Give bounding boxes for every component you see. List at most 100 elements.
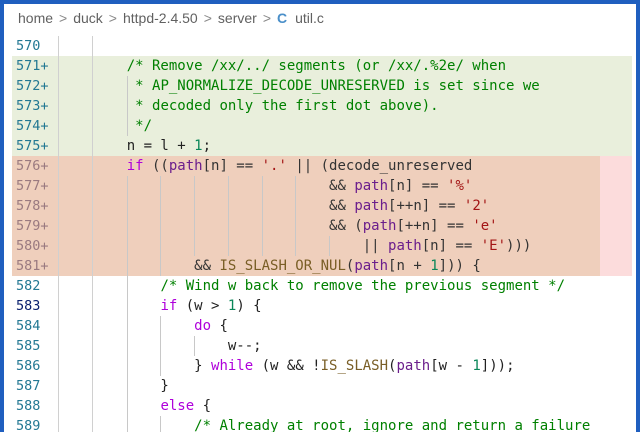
code-token: ])) { [438,258,481,274]
code-token: else [160,398,195,414]
code-token: [++n] == [388,198,464,214]
indent-guide [126,336,128,356]
code-token: [++n] == [396,218,473,234]
code-text: } [93,376,169,396]
chevron-right-icon: > [262,10,271,26]
code-token: 'E' [480,238,507,254]
gutter-divider [58,316,59,336]
indent-guide [227,196,229,216]
removed-code-line[interactable]: 581+ && IS_SLASH_OR_NUL(path[n + 1])) { [12,256,632,276]
code-token: * AP_NORMALIZE_DECODE_UNRESERVED is set … [135,78,540,94]
added-code-line[interactable]: 571+ /* Remove /xx/../ segments (or /xx/… [12,56,632,76]
code-token: } [93,358,212,374]
code-token: path [396,358,431,374]
code-token: && [194,258,220,274]
gutter-divider [58,196,59,216]
indent-guide [227,216,229,236]
code-token: ; [202,138,212,154]
code-token: 1 [472,358,481,374]
indent-guide [194,336,196,356]
code-token: 'e' [472,218,498,234]
indent-guide [126,236,128,256]
code-token: (( [143,158,169,174]
indent-guide [126,356,128,376]
code-text: /* Wind w back to remove the previous se… [93,276,565,296]
code-line[interactable]: 584 do { [4,316,636,336]
code-token: ))) [506,238,532,254]
code-token: /* Wind w back to remove the previous se… [160,278,566,294]
gutter-divider [58,336,59,356]
code-token: ])); [480,358,515,374]
breadcrumb-httpd[interactable]: httpd-2.4.50 [123,10,198,26]
code-editor[interactable]: 570 571+ /* Remove /xx/../ segments (or /… [4,32,636,432]
gutter-divider [58,156,59,176]
code-text: && IS_SLASH_OR_NUL(path[n + 1])) { [93,256,481,276]
code-text: if (w > 1) { [93,296,261,316]
code-line[interactable]: 583 if (w > 1) { [4,296,636,316]
code-line[interactable]: 570 [4,36,636,56]
code-token: if [160,298,178,314]
code-token: path [354,258,389,274]
code-token: path [354,178,389,194]
added-code-line[interactable]: 574+ */ [12,116,632,136]
c-file-icon: C [277,10,288,26]
code-text: /* Already at root, ignore and return a … [93,416,590,432]
indent-guide [261,176,263,196]
indent-guide [261,216,263,236]
removed-code-line[interactable]: 579+ && (path[++n] == 'e' [12,216,632,236]
breadcrumb-file[interactable]: util.c [295,10,324,26]
code-line[interactable]: 588 else { [4,396,636,416]
code-line[interactable]: 589 /* Already at root, ignore and retur… [4,416,636,432]
removed-code-line[interactable]: 577+ && path[n] == '%' [12,176,632,196]
code-token: while [211,358,254,374]
breadcrumb-home[interactable]: home [18,10,53,26]
code-token: 1 [194,138,203,154]
code-text: if ((path[n] == '.' || (decode_unreserve… [93,156,473,176]
indent-guide [160,416,162,432]
code-token: path [354,198,389,214]
code-token: IS_SLASH [320,358,389,374]
gutter-divider [58,36,59,56]
added-code-line[interactable]: 575+ n = l + 1; [12,136,632,156]
indent-guide [160,216,162,236]
code-line[interactable]: 586 } while (w && !IS_SLASH(path[w - 1])… [4,356,636,376]
added-code-line[interactable]: 572+ * AP_NORMALIZE_DECODE_UNRESERVED is… [12,76,632,96]
editor-window: home > duck > httpd-2.4.50 > server > C util… [4,4,636,432]
code-token: */ [135,118,153,134]
indent-guide [261,196,263,216]
code-text: w--; [93,336,262,356]
indent-guide [126,196,128,216]
removed-code-line[interactable]: 576+ if ((path[n] == '.' || (decode_unre… [12,156,632,176]
indent-guide [194,216,196,236]
code-token: || [362,238,389,254]
code-line[interactable]: 587 } [4,376,636,396]
added-code-line[interactable]: 573+ * decoded only the first dot above)… [12,96,632,116]
gutter-divider [92,36,93,56]
code-token: && ( [329,218,363,234]
code-line[interactable]: 582 /* Wind w back to remove the previou… [4,276,636,296]
removed-code-line[interactable]: 578+ && path[++n] == '2' [12,196,632,216]
breadcrumb-server[interactable]: server [218,10,257,26]
indent-guide [160,336,162,356]
code-token: [n] == [421,238,481,254]
chevron-right-icon: > [59,10,68,26]
code-line[interactable]: 585 w--; [4,336,636,356]
indent-guide [126,416,128,432]
code-token: path [388,238,422,254]
breadcrumb-duck[interactable]: duck [73,10,103,26]
indent-guide [126,96,128,116]
gutter-divider [58,236,59,256]
code-token: IS_SLASH_OR_NUL [219,258,346,274]
code-token: } [93,378,169,394]
code-token: && [329,178,355,194]
code-token: /* Remove /xx/../ segments (or /xx/.%2e/… [126,58,507,74]
code-token: * decoded only the first dot above). [135,98,439,114]
removed-code-line[interactable]: 580+ || path[n] == 'E'))) [12,236,632,256]
